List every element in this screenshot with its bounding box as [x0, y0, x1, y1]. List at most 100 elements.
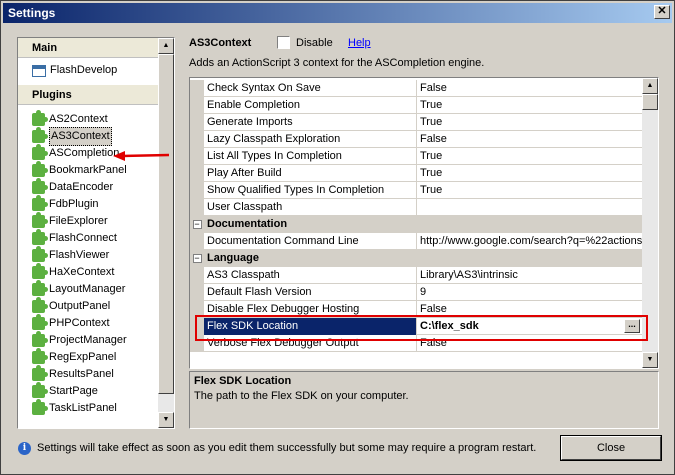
puzzle-piece-icon	[32, 331, 48, 347]
settings-window: Settings ✕ Main FlashDevelop Plugins AS2…	[0, 0, 675, 475]
sidebar-item-outputpanel[interactable]: OutputPanel	[18, 297, 158, 315]
sidebar-item-label: FlashViewer	[49, 249, 110, 261]
property-row[interactable]: Show Qualified Types In Completion True	[190, 182, 642, 199]
sidebar-item-bookmarkpanel[interactable]: BookmarkPanel	[18, 161, 158, 179]
property-value-text: 9	[420, 286, 427, 298]
property-row[interactable]: Generate Imports True	[190, 114, 642, 131]
puzzle-piece-icon	[32, 263, 48, 279]
property-value[interactable]: 9	[417, 284, 642, 301]
scroll-thumb[interactable]	[158, 54, 174, 394]
property-value[interactable]: True	[417, 97, 642, 114]
property-value[interactable]: True	[417, 182, 642, 199]
property-name: Show Qualified Types In Completion	[204, 182, 417, 199]
sidebar-item-projectmanager[interactable]: ProjectManager	[18, 331, 158, 349]
sidebar-item-resultspanel[interactable]: ResultsPanel	[18, 365, 158, 383]
property-row[interactable]: Check Syntax On Save False	[190, 80, 642, 97]
property-row[interactable]: Enable Completion True	[190, 97, 642, 114]
property-name: Generate Imports	[204, 114, 417, 131]
sidebar-item-startpage[interactable]: StartPage	[18, 382, 158, 400]
scroll-thumb[interactable]	[642, 94, 658, 110]
property-name: Default Flash Version	[204, 284, 417, 301]
property-description-panel: Flex SDK Location The path to the Flex S…	[189, 371, 659, 429]
sidebar-item-phpcontext[interactable]: PHPContext	[18, 314, 158, 332]
property-row[interactable]: AS3 Classpath Library\AS3\intrinsic	[190, 267, 642, 284]
collapse-icon[interactable]: −	[192, 254, 202, 263]
sidebar-item-layoutmanager[interactable]: LayoutManager	[18, 280, 158, 298]
property-row[interactable]: Documentation Command Line http://www.goo…	[190, 233, 642, 250]
property-value-text: Library\AS3\intrinsic	[420, 269, 518, 281]
scroll-up-icon[interactable]: ▲	[158, 38, 174, 54]
sidebar-item-haxecontext[interactable]: HaXeContext	[18, 263, 158, 281]
puzzle-piece-icon	[32, 280, 48, 296]
property-row[interactable]: Lazy Classpath Exploration False	[190, 131, 642, 148]
sidebar-item-label: FlashDevelop	[50, 64, 118, 76]
property-value[interactable]: False	[417, 131, 642, 148]
row-gutter	[190, 199, 204, 216]
row-gutter	[190, 233, 204, 250]
property-row[interactable]: Play After Build True	[190, 165, 642, 182]
property-value[interactable]: http://www.google.com/search?q=%22action…	[417, 233, 642, 250]
sidebar-item-dataencoder[interactable]: DataEncoder	[18, 178, 158, 196]
sidebar-item-tasklistpanel[interactable]: TaskListPanel	[18, 399, 158, 417]
sidebar-item-flashdevelop[interactable]: FlashDevelop	[18, 62, 158, 79]
row-gutter	[190, 267, 204, 284]
property-value[interactable]: True	[417, 114, 642, 131]
row-gutter	[190, 165, 204, 182]
property-name: Check Syntax On Save	[204, 80, 417, 97]
sidebar-item-fileexplorer[interactable]: FileExplorer	[18, 212, 158, 230]
property-value-text: True	[420, 99, 443, 111]
disable-checkbox[interactable]	[277, 36, 290, 49]
property-value[interactable]: True	[417, 165, 642, 182]
row-gutter[interactable]: −	[190, 216, 204, 233]
sidebar-item-flashviewer[interactable]: FlashViewer	[18, 246, 158, 264]
puzzle-piece-icon	[32, 144, 48, 160]
collapse-icon[interactable]: −	[192, 220, 202, 229]
disable-label: Disable	[296, 37, 333, 49]
category-row[interactable]: − Documentation	[190, 216, 642, 233]
property-value[interactable]	[417, 199, 642, 216]
sidebar-item-label: ASCompletion	[49, 147, 120, 159]
puzzle-piece-icon	[32, 178, 48, 194]
property-row[interactable]: Default Flash Version 9	[190, 284, 642, 301]
window-close-icon[interactable]: ✕	[654, 5, 670, 19]
close-button[interactable]: Close	[560, 435, 662, 461]
property-row[interactable]: List All Types In Completion True	[190, 148, 642, 165]
sidebar-item-label: TaskListPanel	[49, 402, 117, 414]
sidebar-item-fdbplugin[interactable]: FdbPlugin	[18, 195, 158, 213]
sidebar-item-as3context[interactable]: AS3Context	[18, 127, 158, 146]
row-gutter	[190, 284, 204, 301]
title-bar: Settings ✕	[3, 3, 672, 23]
red-arrow-icon	[113, 151, 170, 161]
row-gutter	[190, 80, 204, 97]
property-value[interactable]: Library\AS3\intrinsic	[417, 267, 642, 284]
puzzle-piece-icon	[32, 229, 48, 245]
sidebar-item-label: DataEncoder	[49, 181, 114, 193]
sidebar-item-label: PHPContext	[49, 317, 110, 329]
property-value[interactable]: False	[417, 80, 642, 97]
property-value[interactable]: True	[417, 148, 642, 165]
sidebar-item-label: FlashConnect	[49, 232, 117, 244]
puzzle-piece-icon	[32, 195, 48, 211]
window-icon	[32, 64, 46, 77]
property-value-text: True	[420, 184, 443, 196]
scroll-down-icon[interactable]: ▼	[158, 412, 174, 428]
category-row[interactable]: − Language	[190, 250, 642, 267]
property-value-text: True	[420, 116, 443, 128]
sidebar-item-as2context[interactable]: AS2Context	[18, 110, 158, 128]
sidebar-item-flashconnect[interactable]: FlashConnect	[18, 229, 158, 247]
category-name: Language	[207, 252, 259, 264]
property-row[interactable]: User Classpath	[190, 199, 642, 216]
help-link[interactable]: Help	[348, 37, 371, 49]
scroll-down-icon[interactable]: ▼	[642, 352, 658, 368]
row-gutter	[190, 148, 204, 165]
footer-message: Settings will take effect as soon as you…	[37, 442, 537, 454]
scroll-up-icon[interactable]: ▲	[642, 78, 658, 94]
puzzle-piece-icon	[32, 314, 48, 330]
sidebar-item-regexppanel[interactable]: RegExpPanel	[18, 348, 158, 366]
puzzle-piece-icon	[32, 127, 48, 143]
row-gutter[interactable]: −	[190, 250, 204, 267]
plugin-list-scrollbar[interactable]: ▲ ▼	[158, 38, 174, 428]
sidebar-item-label: HaXeContext	[49, 266, 115, 278]
row-gutter	[190, 114, 204, 131]
plugin-description: Adds an ActionScript 3 context for the A…	[189, 57, 485, 69]
